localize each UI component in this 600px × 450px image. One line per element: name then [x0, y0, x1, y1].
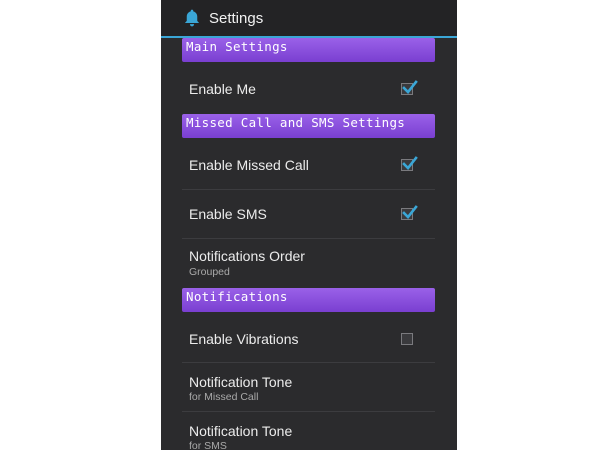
pref-title: Notification Tone	[189, 374, 293, 390]
settings-screen: Settings Main Settings Enable Me Missed …	[161, 0, 457, 450]
pref-enable-vibrations[interactable]: Enable Vibrations	[182, 314, 435, 363]
enable-me-checkbox[interactable]	[401, 80, 418, 95]
pref-tone-missed-call[interactable]: Notification Tone for Missed Call	[182, 363, 435, 412]
checkmark-icon	[402, 205, 418, 219]
section-header-notifications: Notifications	[182, 288, 435, 312]
pref-enable-missed-call[interactable]: Enable Missed Call	[182, 140, 435, 190]
pref-enable-sms[interactable]: Enable SMS	[182, 190, 435, 239]
pref-title: Enable Vibrations	[189, 331, 299, 347]
pref-summary: Grouped	[189, 266, 230, 278]
pref-title: Enable SMS	[189, 206, 267, 222]
pref-title: Notification Tone	[189, 423, 293, 439]
checkmark-icon	[402, 156, 418, 170]
checkmark-icon	[402, 80, 418, 94]
pref-title: Enable Me	[189, 81, 256, 97]
section-header-missed-call-sms: Missed Call and SMS Settings	[182, 114, 435, 138]
page-title: Settings	[209, 9, 264, 27]
pref-notifications-order[interactable]: Notifications Order Grouped	[182, 239, 435, 288]
pref-tone-sms[interactable]: Notification Tone for SMS	[182, 412, 435, 450]
section-header-main: Main Settings	[182, 38, 435, 62]
pref-summary: for SMS	[189, 440, 227, 450]
enable-missed-call-checkbox[interactable]	[401, 156, 418, 171]
action-bar: Settings	[161, 0, 457, 38]
bell-icon[interactable]	[182, 8, 202, 28]
pref-title: Enable Missed Call	[189, 157, 309, 173]
enable-sms-checkbox[interactable]	[401, 205, 418, 220]
pref-summary: for Missed Call	[189, 391, 259, 403]
pref-enable-me[interactable]: Enable Me	[182, 64, 435, 114]
enable-vibrations-checkbox[interactable]	[401, 333, 413, 345]
pref-title: Notifications Order	[189, 248, 305, 264]
